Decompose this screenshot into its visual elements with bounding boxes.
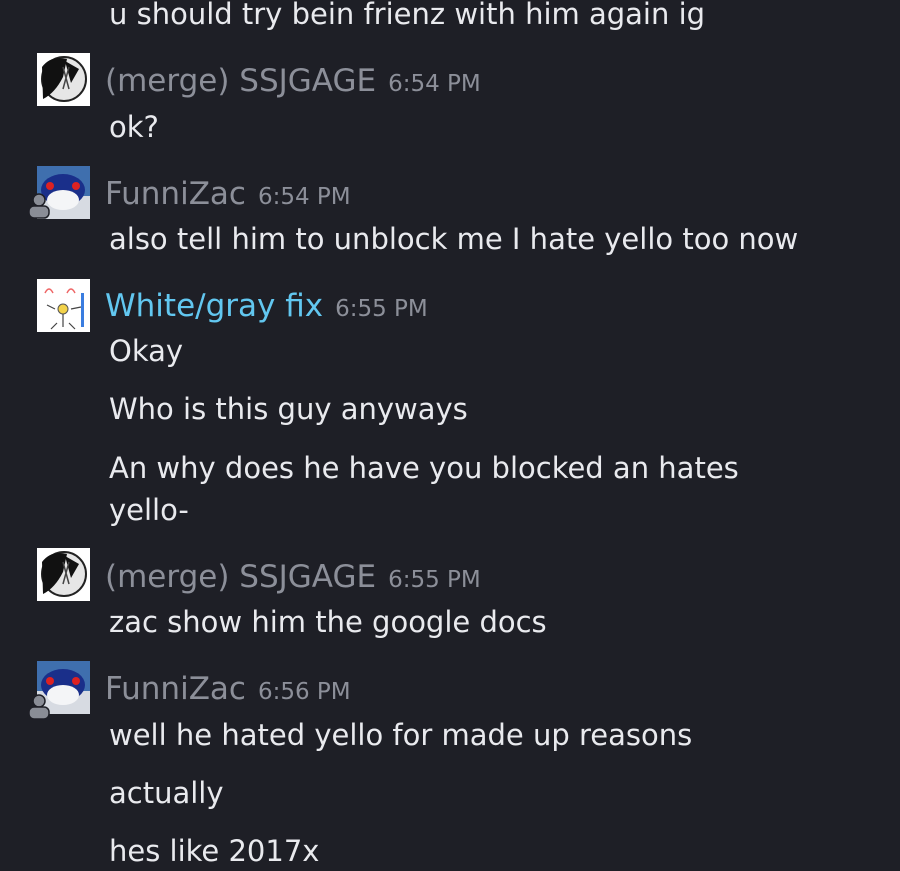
message-text: u should try bein frienz with him again … bbox=[109, 0, 706, 31]
message-header: White/gray fix 6:55 PM bbox=[105, 286, 428, 329]
timestamp: 6:54 PM bbox=[257, 184, 351, 210]
message-header: (merge) SSJGAGE 6:54 PM bbox=[105, 61, 481, 104]
timestamp: 6:55 PM bbox=[388, 567, 481, 593]
timestamp: 6:55 PM bbox=[335, 296, 428, 322]
chat-log: u should try bein frienz with him again … bbox=[0, 0, 900, 871]
timestamp: 6:54 PM bbox=[388, 71, 481, 97]
whitegray-avatar[interactable] bbox=[37, 279, 90, 332]
ssjgage-avatar[interactable] bbox=[37, 548, 90, 601]
message-text: Who is this guy anyways bbox=[109, 392, 468, 426]
message-header: FunniZac 6:56 PM bbox=[105, 669, 351, 712]
message-header: FunniZac 6:54 PM bbox=[105, 174, 351, 217]
author-name[interactable]: FunniZac bbox=[105, 671, 246, 707]
message-text: actually bbox=[109, 776, 224, 810]
message-text: hes like 2017x bbox=[109, 834, 320, 868]
message-text: An why does he have you blocked an hates… bbox=[109, 451, 739, 527]
offline-person-icon bbox=[27, 193, 51, 219]
author-name[interactable]: White/gray fix bbox=[105, 288, 323, 324]
author-name[interactable]: (merge) SSJGAGE bbox=[105, 559, 376, 595]
message-header: (merge) SSJGAGE 6:55 PM bbox=[105, 557, 481, 600]
author-name[interactable]: (merge) SSJGAGE bbox=[105, 63, 376, 99]
message-text: ok? bbox=[109, 110, 159, 144]
timestamp: 6:56 PM bbox=[257, 679, 351, 705]
author-name[interactable]: FunniZac bbox=[105, 176, 246, 212]
message-text: well he hated yello for made up reasons bbox=[109, 718, 693, 752]
offline-person-icon bbox=[27, 694, 51, 720]
ssjgage-avatar[interactable] bbox=[37, 53, 90, 106]
message-text: zac show him the google docs bbox=[109, 605, 547, 639]
message-text: Okay bbox=[109, 334, 184, 368]
message-text: also tell him to unblock me I hate yello… bbox=[109, 222, 799, 256]
